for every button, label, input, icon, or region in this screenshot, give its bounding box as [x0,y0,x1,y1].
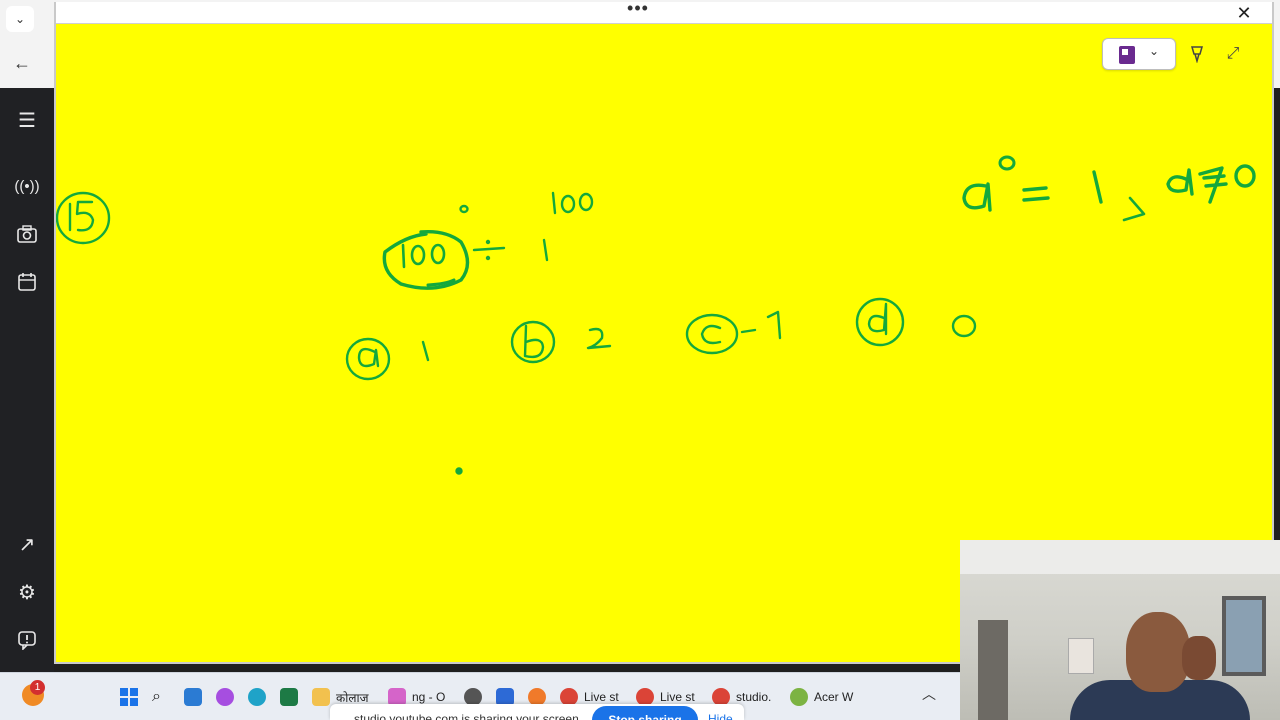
stop-sharing-button[interactable]: Stop sharing [592,706,698,720]
notification-badge: 1 [30,680,45,695]
option-d-ink [855,297,977,347]
option-b-ink [510,320,612,364]
hide-button[interactable]: Hide [708,712,733,720]
camera-icon[interactable] [13,220,41,248]
degree-ink [459,204,469,214]
one-ink [542,238,549,262]
divide-ink [472,239,506,261]
edge-icon[interactable] [248,683,272,711]
calendar-icon[interactable] [13,268,41,296]
hamburger-menu-icon[interactable]: ☰ [13,106,41,134]
rule-ink [962,155,1256,222]
feedback-icon[interactable] [13,626,41,654]
excel-icon[interactable] [280,683,304,711]
store-icon[interactable] [184,683,208,711]
tab-search-dropdown[interactable]: ⌄ [6,6,34,32]
gear-icon[interactable]: ⚙ [13,578,41,606]
taskbar-item-acer[interactable]: Acer W [790,683,853,711]
chevron-up-icon[interactable]: ︿ [922,684,936,704]
option-c-ink [685,310,782,355]
left-app-rail: ☰ ((•)) ↗ ⚙ [0,88,54,672]
screen-share-banner: studio.youtube.com is sharing your scree… [330,704,744,720]
start-button[interactable] [120,683,138,711]
webcam-video [960,540,1280,720]
copilot-icon[interactable] [216,683,240,711]
question-number-ink [56,191,111,245]
arrow-up-right-icon[interactable]: ↗ [13,530,41,558]
broadcast-icon[interactable]: ((•)) [13,172,41,200]
back-arrow-icon[interactable]: ← [8,50,36,76]
search-icon[interactable]: ⌕ [152,683,161,711]
exponent-100-ink [551,191,594,215]
share-status-text: studio.youtube.com is sharing your scree… [354,712,583,720]
circled-100-ink [382,230,470,290]
option-a-ink [345,337,430,381]
ink-dot [455,467,463,475]
